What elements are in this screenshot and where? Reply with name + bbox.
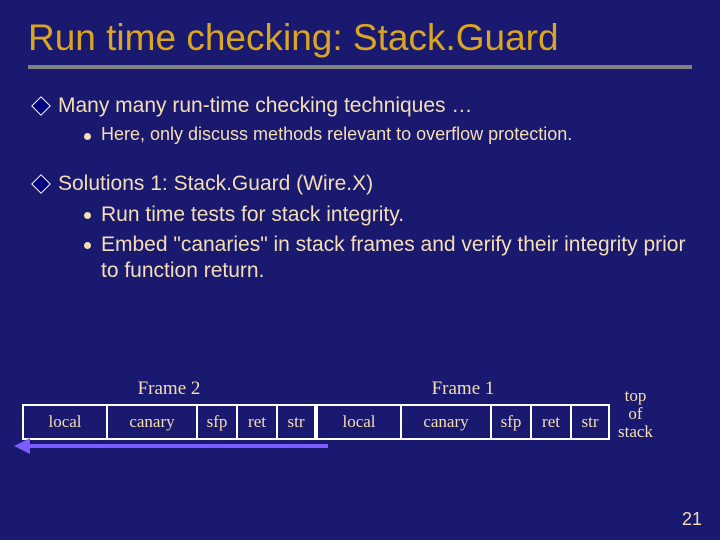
tos-line: top <box>618 387 653 405</box>
cell-sfp: sfp <box>490 404 530 440</box>
slide-title: Run time checking: Stack.Guard <box>28 18 692 59</box>
frame-label: Frame 1 <box>432 378 495 400</box>
cell-text: ret <box>248 412 266 432</box>
cell-text: canary <box>129 412 174 432</box>
dot-icon <box>84 242 91 249</box>
frame-label: Frame 2 <box>138 378 201 400</box>
top-of-stack-label: top of stack <box>618 387 653 441</box>
bullet-text: Many many run-time checking techniques … <box>58 93 472 119</box>
tos-line: of <box>618 405 653 423</box>
cell-ret: ret <box>236 404 276 440</box>
cell-str: str <box>276 404 316 440</box>
cell-text: ret <box>542 412 560 432</box>
cell-text: str <box>582 412 599 432</box>
cell-ret: ret <box>530 404 570 440</box>
cell-sfp: sfp <box>196 404 236 440</box>
bullet-level2: Run time tests for stack integrity. <box>84 202 692 228</box>
title-rule <box>28 65 692 69</box>
cell-canary: canary <box>400 404 490 440</box>
bullet-text: Solutions 1: Stack.Guard (Wire.X) <box>58 171 373 197</box>
arrow-left-icon <box>28 444 328 448</box>
cell-text: local <box>48 412 81 432</box>
cell-local: local <box>22 404 106 440</box>
cell-text: sfp <box>207 412 228 432</box>
stack-diagram: Frame 2 local canary sfp ret str Frame 1… <box>22 378 698 440</box>
cell-local: local <box>316 404 400 440</box>
dot-icon <box>84 212 91 219</box>
cell-text: sfp <box>501 412 522 432</box>
diamond-icon <box>31 96 51 116</box>
frame-2: Frame 2 local canary sfp ret str <box>22 378 316 440</box>
bullet-level2: Embed "canaries" in stack frames and ver… <box>84 232 692 285</box>
tos-line: stack <box>618 423 653 441</box>
bullet-level2: Here, only discuss methods relevant to o… <box>84 123 692 146</box>
cell-text: str <box>288 412 305 432</box>
bullet-level1: Solutions 1: Stack.Guard (Wire.X) <box>34 171 692 197</box>
bullet-text: Here, only discuss methods relevant to o… <box>101 123 572 146</box>
slide-content: Many many run-time checking techniques …… <box>28 93 692 285</box>
bullet-level1: Many many run-time checking techniques … <box>34 93 692 119</box>
cell-str: str <box>570 404 610 440</box>
bullet-text: Run time tests for stack integrity. <box>101 202 404 228</box>
cell-text: canary <box>423 412 468 432</box>
diamond-icon <box>31 175 51 195</box>
dot-icon <box>84 133 91 140</box>
bullet-text: Embed "canaries" in stack frames and ver… <box>101 232 692 285</box>
frame-1: Frame 1 local canary sfp ret str <box>316 378 610 440</box>
page-number: 21 <box>682 509 702 530</box>
cell-canary: canary <box>106 404 196 440</box>
cell-text: local <box>342 412 375 432</box>
